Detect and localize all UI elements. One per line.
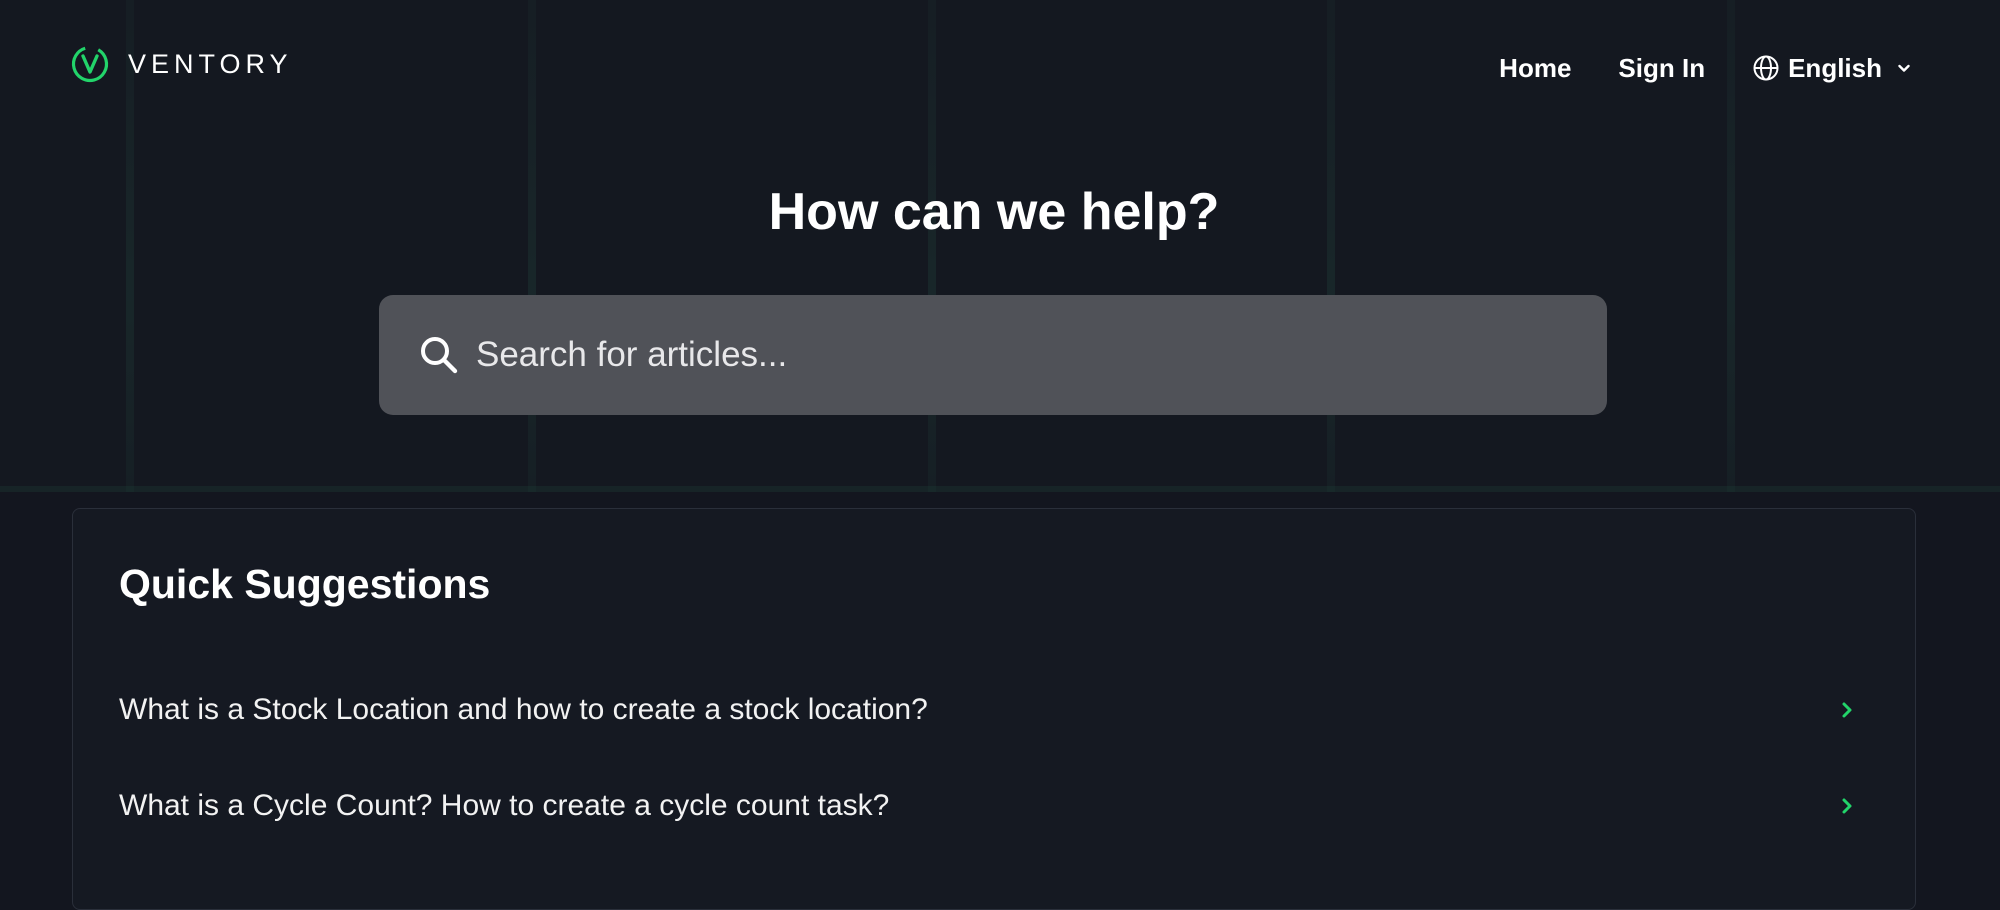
chevron-down-icon — [1898, 64, 1910, 72]
chevron-right-icon — [1842, 798, 1852, 814]
quick-suggestions-title: Quick Suggestions — [119, 561, 491, 607]
nav-home-link[interactable]: Home — [1499, 53, 1571, 84]
background-line — [528, 0, 536, 492]
search-bar[interactable] — [379, 295, 1607, 415]
language-selector[interactable]: English — [1752, 53, 1912, 84]
quick-suggestions-panel: Quick Suggestions What is a Stock Locati… — [72, 508, 1916, 910]
language-label: English — [1788, 52, 1882, 83]
chevron-right-icon — [1842, 702, 1852, 718]
search-input[interactable] — [474, 334, 1607, 376]
nav-sign-in-link[interactable]: Sign In — [1618, 53, 1705, 84]
brand-logo[interactable]: VENTORY — [70, 42, 293, 86]
ventory-logo-icon — [71, 45, 109, 83]
top-nav: Home Sign In English — [1452, 48, 1912, 88]
suggestion-item[interactable]: What is a Cycle Count? How to create a c… — [119, 776, 1869, 836]
suggestion-label: What is a Stock Location and how to crea… — [119, 693, 928, 726]
hero-section: VENTORY Home Sign In English How can we … — [0, 0, 2000, 492]
suggestion-label: What is a Cycle Count? How to create a c… — [119, 789, 890, 822]
suggestion-item[interactable]: What is a Stock Location and how to crea… — [119, 680, 1869, 740]
globe-icon — [1753, 55, 1779, 81]
search-icon — [421, 337, 458, 374]
brand-name: VENTORY — [128, 48, 293, 79]
background-line — [928, 0, 936, 492]
background-line — [0, 486, 2000, 492]
page-title: How can we help? — [768, 183, 1220, 241]
background-line — [1327, 0, 1335, 492]
